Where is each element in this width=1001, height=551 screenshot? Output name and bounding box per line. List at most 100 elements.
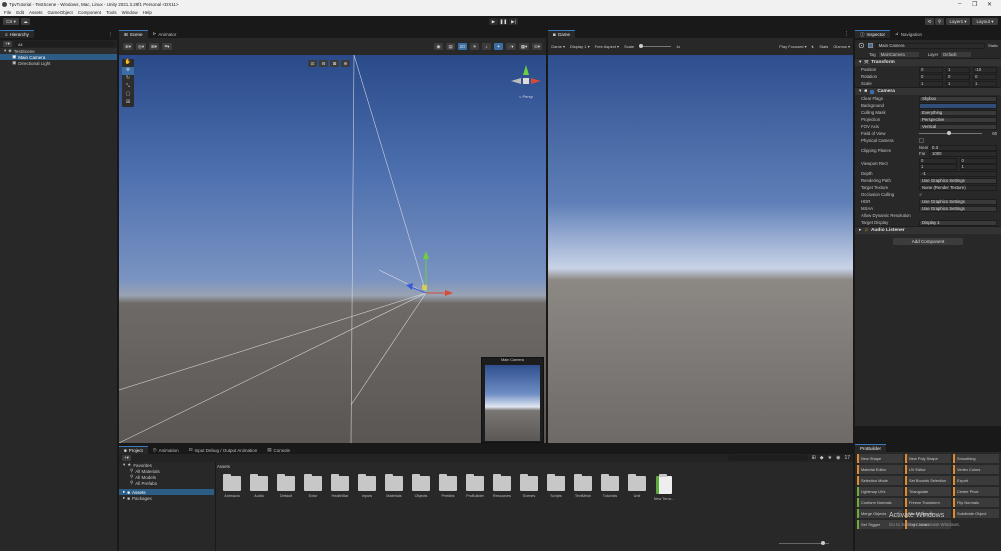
probuilder-button[interactable]: Subdivide Object <box>953 509 999 518</box>
snap-button[interactable]: ⌗▾ <box>162 43 172 50</box>
active-checkbox[interactable] <box>867 43 873 48</box>
probuilder-button[interactable]: Export <box>953 476 999 485</box>
projection-dropdown[interactable]: Perspective <box>919 116 997 123</box>
pause-button[interactable]: ❚❚ <box>499 18 508 25</box>
probuilder-button[interactable]: Lightmap UVs <box>857 487 903 496</box>
tab-navigation[interactable]: ⊿ Navigation <box>890 30 927 38</box>
stats-button[interactable]: Stats <box>819 44 828 49</box>
project-breadcrumb[interactable]: Assets <box>217 464 230 469</box>
audio-toggle-button[interactable]: ♪ <box>482 43 491 50</box>
field-of-view-slider-handle[interactable] <box>947 131 952 135</box>
probuilder-button[interactable]: Smoothing <box>953 454 999 463</box>
asset-folder[interactable]: Unit <box>625 474 649 498</box>
tab-animator[interactable]: ⊳ Animator <box>148 30 182 38</box>
asset-folder[interactable]: Inputs <box>355 474 379 498</box>
camera-settings-button[interactable]: ▦▾ <box>519 43 529 50</box>
probuilder-button[interactable]: Material Editor <box>857 465 903 474</box>
probuilder-button[interactable]: Triangulate <box>905 487 951 496</box>
asset-folder[interactable]: Resources <box>490 474 514 498</box>
scale-z-field[interactable]: 1 <box>973 80 997 87</box>
collab-icon[interactable]: ⟲ <box>925 18 934 25</box>
physical-camera-checkbox[interactable] <box>919 138 924 143</box>
position-z-field[interactable]: -10 <box>973 66 997 73</box>
eye-icon[interactable]: ◉ <box>836 455 840 461</box>
aspect-dropdown[interactable]: Free Aspect ▾ <box>595 44 619 49</box>
rotation-z-field[interactable]: 0 <box>973 73 997 80</box>
probuilder-button[interactable]: New Shape <box>857 454 903 463</box>
tab-animation[interactable]: ◷ Animation <box>148 446 184 454</box>
object-name-field[interactable]: Main Camera <box>875 42 985 49</box>
scene-viewport[interactable]: ✋ ✥ ↻ ⤡ ▢ ⊞ ⊡ ⊟ ⊠ ⊕ < Persp Main Camera <box>119 55 546 443</box>
rotation-x-field[interactable]: 0 <box>919 73 943 80</box>
asset-folder[interactable]: Tutorials <box>598 474 622 498</box>
2d-toggle-button[interactable]: 2D <box>458 43 467 50</box>
transform-tool-handle-button[interactable]: ⊕▾ <box>123 43 133 50</box>
field-of-view-slider[interactable] <box>919 131 982 135</box>
tab-inspector[interactable]: ⓘ Inspector <box>855 30 891 38</box>
menu-edit[interactable]: Edit <box>16 10 24 15</box>
grid-snap-button[interactable]: ⊞▾ <box>149 43 159 50</box>
occlusion-culling-checkbox[interactable]: ✓ <box>919 192 923 198</box>
add-component-button[interactable]: Add Component <box>893 238 963 245</box>
probuilder-button[interactable]: New Poly Shape <box>905 454 951 463</box>
tree-item-packages[interactable]: ▸ ■ Packages <box>119 495 214 501</box>
icon-size-slider-handle[interactable] <box>821 541 825 545</box>
probuilder-button[interactable]: Flip Normals <box>953 498 999 507</box>
hierarchy-search-input[interactable]: All <box>15 41 114 47</box>
tab-game[interactable]: ◙ Game <box>548 30 575 38</box>
probuilder-button[interactable]: Conform Normals <box>857 498 903 507</box>
asset-terrain[interactable]: New Terra... <box>652 474 676 501</box>
camera-component-header[interactable]: ▾ ■ Camera <box>855 87 1001 95</box>
asset-folder[interactable]: Materials <box>382 474 406 498</box>
add-object-button[interactable]: +▾ <box>3 41 12 47</box>
cloud-icon[interactable]: ☁ <box>21 18 30 25</box>
depth-field[interactable]: -1 <box>919 170 997 177</box>
tag-dropdown[interactable]: MainCamera <box>878 52 919 57</box>
probuilder-button[interactable]: UV Editor <box>905 465 951 474</box>
menu-gameobject[interactable]: GameObject <box>48 10 73 15</box>
game-mode-dropdown[interactable]: Game ▾ <box>551 44 565 49</box>
rendering-path-dropdown[interactable]: Use Graphics Settings <box>919 177 997 184</box>
asset-folder[interactable]: HealthBar <box>328 474 352 498</box>
tab-console[interactable]: ▤ Console <box>262 446 295 454</box>
layout-dropdown[interactable]: Layout ▾ <box>972 18 998 25</box>
scale-slider-handle[interactable] <box>639 44 644 48</box>
static-toggle[interactable]: Static <box>988 43 998 48</box>
asset-folder[interactable]: Default <box>274 474 298 498</box>
favorites-item[interactable]: ⚲ All Prefabs <box>119 480 214 486</box>
target-texture-field[interactable]: None (Render Texture) <box>919 184 997 191</box>
game-viewport[interactable] <box>548 55 853 443</box>
transform-header[interactable]: ▾ ⤧ Transform <box>855 58 1001 66</box>
viewport-h-field[interactable]: 1 <box>959 163 997 170</box>
close-button[interactable]: ✕ <box>987 1 992 8</box>
scale-x-field[interactable]: 1 <box>919 80 943 87</box>
asset-folder[interactable]: ProBuilder <box>463 474 487 498</box>
scale-slider[interactable] <box>639 44 672 48</box>
background-color-field[interactable] <box>919 102 997 109</box>
probuilder-button[interactable]: Center Pivot <box>953 487 999 496</box>
asset-folder[interactable]: Extor <box>301 474 325 498</box>
msaa-dropdown[interactable]: Use Graphics Settings <box>919 205 997 212</box>
menu-component[interactable]: Component <box>78 10 101 15</box>
asset-folder[interactable]: Objects <box>409 474 433 498</box>
camera-enabled-checkbox[interactable] <box>870 89 875 94</box>
search-icon[interactable]: ⚲ <box>935 18 944 25</box>
hierarchy-item-directional-light[interactable]: ▣ Directional Light <box>0 60 117 66</box>
menu-help[interactable]: Help <box>143 10 152 15</box>
asset-folder[interactable]: TextMesh <box>571 474 595 498</box>
asset-folder[interactable]: Scenes <box>517 474 541 498</box>
favorite-icon[interactable]: ★ <box>828 455 832 461</box>
icon-size-slider[interactable] <box>779 541 829 545</box>
menu-assets[interactable]: Assets <box>29 10 43 15</box>
probuilder-button[interactable]: Set Bounds Selection <box>905 476 951 485</box>
lighting-toggle-button[interactable]: ☀ <box>470 43 479 50</box>
filter-type-icon[interactable]: ⊞ <box>812 455 816 461</box>
probuilder-button[interactable]: Selection Mode <box>857 476 903 485</box>
panel-menu-icon[interactable]: ⋮ <box>109 31 114 37</box>
position-y-field[interactable]: 1 <box>946 66 970 73</box>
gizmos-button[interactable]: ⊙▾ <box>532 43 542 50</box>
layers-dropdown[interactable]: Layers ▾ <box>946 18 970 25</box>
asset-folder[interactable]: Prefabs <box>436 474 460 498</box>
rotation-y-field[interactable]: 0 <box>946 73 970 80</box>
scale-y-field[interactable]: 1 <box>946 80 970 87</box>
